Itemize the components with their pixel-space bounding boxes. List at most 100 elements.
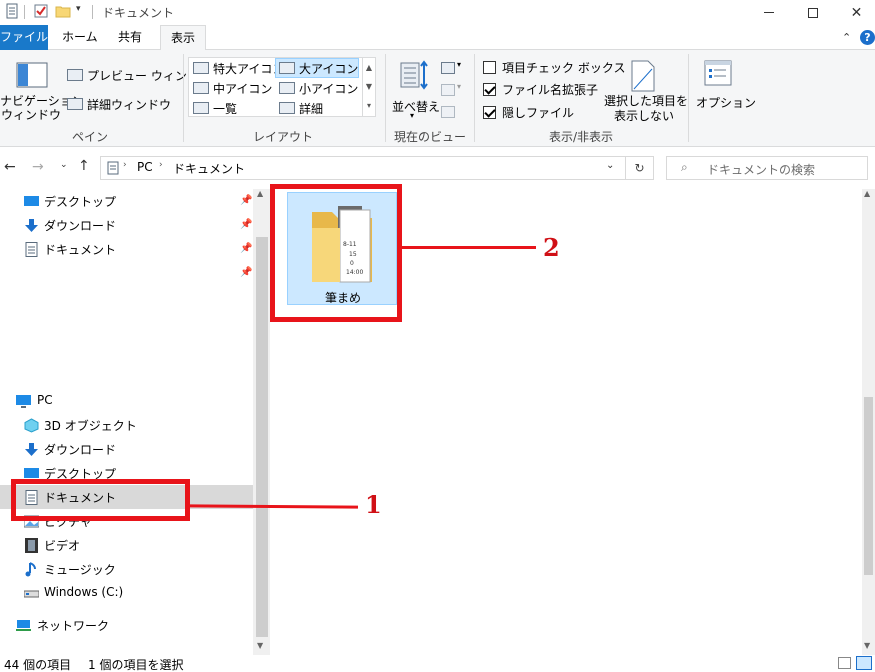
group-label-show-hide: 表示/非表示: [548, 130, 614, 144]
nav-item-videos[interactable]: ビデオ: [0, 533, 253, 557]
scroll-down-icon[interactable]: ▼: [257, 641, 263, 650]
sort-icon: [400, 60, 428, 90]
help-icon[interactable]: ?: [860, 30, 875, 45]
navigation-pane-label: ナビゲーション ウィンドウ: [0, 94, 84, 122]
breadcrumb-separator-icon: ›: [159, 160, 163, 170]
sort-dropdown-icon: ▾: [410, 111, 415, 120]
large-icons-view-icon[interactable]: [856, 656, 872, 670]
group-by-icon: [441, 62, 455, 74]
search-icon: ⌕: [681, 160, 688, 174]
sort-by-button[interactable]: 並べ替え ▾: [390, 56, 440, 122]
details-view-icon[interactable]: [838, 657, 851, 669]
quick-access-dropdown-icon[interactable]: ▾: [76, 4, 81, 14]
scroll-up-icon[interactable]: ▲: [864, 189, 870, 198]
recent-locations-icon[interactable]: ⌄: [60, 160, 68, 170]
ribbon-tabs: ファイル ホーム 共有 表示 ⌃ ?: [0, 25, 875, 51]
minimize-icon: [763, 12, 774, 13]
scroll-up-icon[interactable]: ▲: [257, 189, 263, 198]
nav-item-label: ミュージック: [44, 563, 116, 577]
properties-icon[interactable]: [33, 3, 49, 19]
group-by-button[interactable]: ▾: [441, 60, 463, 76]
hide-selected-button[interactable]: 選択した項目を 表示しない: [604, 56, 689, 126]
document-icon: [107, 161, 119, 175]
layout-details[interactable]: 詳細: [276, 99, 360, 117]
add-columns-icon: [441, 84, 455, 96]
nav-item-music[interactable]: ミュージック: [0, 557, 253, 581]
item-checkboxes-toggle[interactable]: 項目チェック ボックス: [480, 59, 625, 77]
nav-item-windows-c[interactable]: Windows (C:): [0, 581, 253, 605]
nav-item-documents[interactable]: ドキュメント 📌: [0, 237, 253, 261]
group-label-pane: ペイン: [71, 130, 108, 144]
tab-file[interactable]: ファイル: [0, 25, 48, 50]
back-arrow-icon[interactable]: ←: [4, 159, 16, 175]
pin-icon[interactable]: 📌: [240, 219, 252, 230]
hide-selected-icon: [631, 60, 655, 92]
checkbox-label: ファイル名拡張子: [502, 83, 599, 97]
annotation-label-1: 1: [365, 490, 382, 519]
nav-item-label: デスクトップ: [44, 195, 117, 209]
maximize-button[interactable]: [790, 0, 835, 25]
tab-view[interactable]: 表示: [160, 25, 207, 51]
annotation-line-2: [402, 246, 536, 249]
window-title: ドキュメント: [102, 6, 175, 20]
pin-icon[interactable]: 📌: [240, 267, 252, 278]
add-columns-button[interactable]: ▾: [441, 82, 463, 98]
layout-list[interactable]: 一覧: [189, 99, 275, 117]
search-box[interactable]: ⌕ ドキュメントの検索: [666, 156, 868, 180]
nav-item-3d-objects[interactable]: 3D オブジェクト: [0, 413, 253, 437]
pin-icon[interactable]: 📌: [240, 195, 252, 206]
new-folder-icon[interactable]: [55, 3, 71, 19]
layout-extra-large-icons[interactable]: 特大アイコン: [189, 59, 284, 77]
tab-share[interactable]: 共有: [108, 25, 152, 50]
file-extensions-toggle[interactable]: ファイル名拡張子: [480, 81, 605, 99]
pin-icon[interactable]: 📌: [240, 243, 252, 254]
breadcrumb-pc[interactable]: PC: [137, 160, 153, 174]
title-bar: ▾ ドキュメント ✕: [0, 0, 875, 25]
preview-pane-button[interactable]: プレビュー ウィンドウ: [65, 67, 211, 85]
group-label-layout: レイアウト: [252, 130, 313, 144]
nav-scroll-thumb[interactable]: [256, 237, 268, 637]
layout-label: 小アイコン: [299, 82, 359, 96]
ribbon: ナビゲーション ウィンドウ プレビュー ウィンドウ 詳細ウィンドウ ペイン 特大…: [0, 50, 875, 147]
hidden-items-checkbox: [483, 106, 496, 119]
size-columns-button[interactable]: [441, 104, 463, 120]
breadcrumb-documents[interactable]: ドキュメント: [173, 160, 245, 177]
details-pane-button[interactable]: 詳細ウィンドウ: [65, 96, 175, 114]
refresh-button[interactable]: ↻: [626, 156, 654, 180]
nav-item-desktop[interactable]: デスクトップ 📌: [0, 189, 253, 213]
layout-small-icons[interactable]: 小アイコン: [276, 79, 360, 97]
address-bar[interactable]: › PC › ドキュメント ⌄: [100, 156, 626, 180]
navigation-pane-button[interactable]: ナビゲーション ウィンドウ: [0, 54, 84, 124]
close-button[interactable]: ✕: [834, 0, 875, 25]
layout-large-icons[interactable]: 大アイコン: [275, 58, 359, 78]
ribbon-collapse-icon[interactable]: ⌃: [842, 31, 851, 44]
3d-objects-icon: [24, 418, 39, 433]
nav-item-label: PC: [37, 393, 53, 407]
up-arrow-icon[interactable]: ↑: [78, 158, 90, 174]
minimize-button[interactable]: [746, 0, 791, 25]
small-icons-icon: [279, 82, 295, 94]
layout-gallery-scroll[interactable]: ▲ ▼ ▾: [362, 58, 375, 116]
document-icon: [6, 3, 18, 19]
forward-arrow-icon[interactable]: →: [32, 159, 44, 175]
nav-item-label: ネットワーク: [37, 619, 110, 633]
hide-selected-label: 選択した項目を 表示しない: [604, 94, 689, 123]
layout-medium-icons[interactable]: 中アイコン: [189, 79, 275, 97]
nav-item-downloads[interactable]: ダウンロード 📌: [0, 213, 253, 237]
address-dropdown-icon[interactable]: ⌄: [606, 160, 614, 171]
nav-item-downloads[interactable]: ダウンロード: [0, 437, 253, 461]
drive-icon: [24, 590, 39, 598]
nav-item-pc[interactable]: PC: [0, 389, 253, 413]
layout-label: 特大アイコン: [213, 62, 285, 76]
group-by-dropdown-icon: ▾: [457, 60, 462, 69]
size-columns-icon: [441, 106, 455, 118]
nav-item-network[interactable]: ネットワーク: [0, 613, 253, 637]
nav-item-label: Windows (C:): [44, 585, 124, 599]
scroll-down-icon[interactable]: ▼: [864, 641, 870, 650]
download-icon: [25, 219, 38, 232]
options-button[interactable]: オプション: [693, 56, 756, 122]
tab-home[interactable]: ホーム: [52, 25, 108, 50]
group-separator: [688, 54, 689, 142]
content-scroll-thumb[interactable]: [864, 397, 873, 575]
hidden-items-toggle[interactable]: 隠しファイル: [480, 104, 605, 122]
